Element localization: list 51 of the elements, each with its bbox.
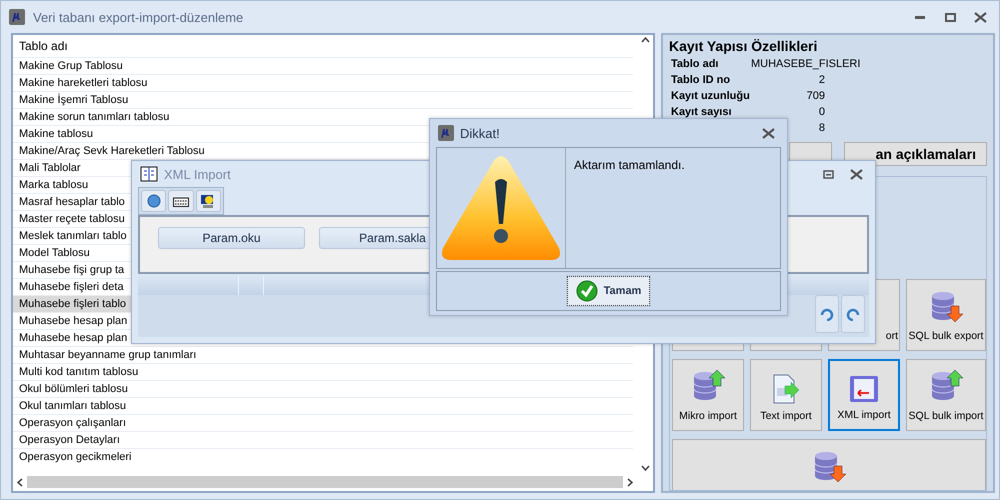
refresh-icon: [846, 307, 860, 321]
close-icon[interactable]: [974, 12, 986, 22]
field-value: 0: [818, 105, 825, 120]
field-value: 709: [806, 89, 825, 104]
close-icon[interactable]: [762, 128, 774, 138]
scroll-right-icon[interactable]: [627, 478, 633, 486]
field-value: MUHASEBE_FISLERI: [751, 57, 860, 72]
tool-button[interactable]: [196, 190, 221, 212]
action-button[interactable]: an açıklamaları: [844, 142, 987, 166]
close-icon[interactable]: [850, 168, 862, 180]
restore-icon[interactable]: [822, 170, 834, 179]
operation-button[interactable]: Text import: [750, 359, 822, 431]
window-title: Veri tabanı export-import-düzenleme: [33, 10, 244, 24]
message-text: Aktarım tamamlandı.: [573, 157, 686, 174]
document-arrow-icon: [771, 374, 801, 404]
scroll-left-icon[interactable]: [17, 478, 23, 486]
param-button[interactable]: Param.oku: [158, 227, 305, 250]
field-label: Kayıt uzunluğu: [671, 89, 750, 104]
field-value: 2: [818, 73, 825, 88]
checkmark-icon: [576, 280, 598, 302]
xml-file-icon: [849, 375, 879, 403]
undo-button[interactable]: [841, 295, 865, 333]
scroll-up-icon[interactable]: [640, 37, 650, 43]
minimize-icon[interactable]: [915, 16, 925, 18]
keyboard-button[interactable]: [168, 190, 194, 212]
operation-button[interactable]: SQL bulk import: [906, 359, 986, 431]
app-logo-icon: [9, 9, 25, 25]
window-title: XML Import: [164, 166, 232, 182]
field-label: Tablo ID no: [671, 73, 730, 88]
help-icon: [146, 194, 161, 208]
scroll-down-icon[interactable]: [640, 465, 650, 471]
panel-title: Kayıt Yapısı Özellikleri: [669, 38, 818, 54]
field-label: Tablo adı: [671, 57, 718, 72]
operation-button[interactable]: Mikro import: [672, 359, 744, 431]
scrollbar-thumb[interactable]: [27, 476, 623, 488]
operation-button[interactable]: SQL bulk export: [906, 279, 986, 351]
table-row[interactable]: Muhasebe fişleri tablo: [13, 296, 131, 312]
redo-button[interactable]: [815, 295, 839, 333]
refresh-icon: [820, 307, 834, 321]
book-icon: [140, 166, 158, 182]
column-header: Tablo adı: [19, 39, 68, 53]
keyboard-icon: [172, 195, 189, 208]
operation-button[interactable]: [672, 439, 986, 490]
ok-button[interactable]: Tamam: [566, 276, 650, 306]
help-button[interactable]: [141, 190, 166, 212]
app-logo-icon: [438, 125, 454, 141]
field-value: 8: [818, 121, 825, 136]
dialog-title: Dikkat!: [460, 126, 501, 140]
field-label: Kayıt sayısı: [671, 105, 732, 120]
restore-icon[interactable]: [944, 12, 956, 22]
operation-button[interactable]: XML import: [828, 359, 900, 431]
